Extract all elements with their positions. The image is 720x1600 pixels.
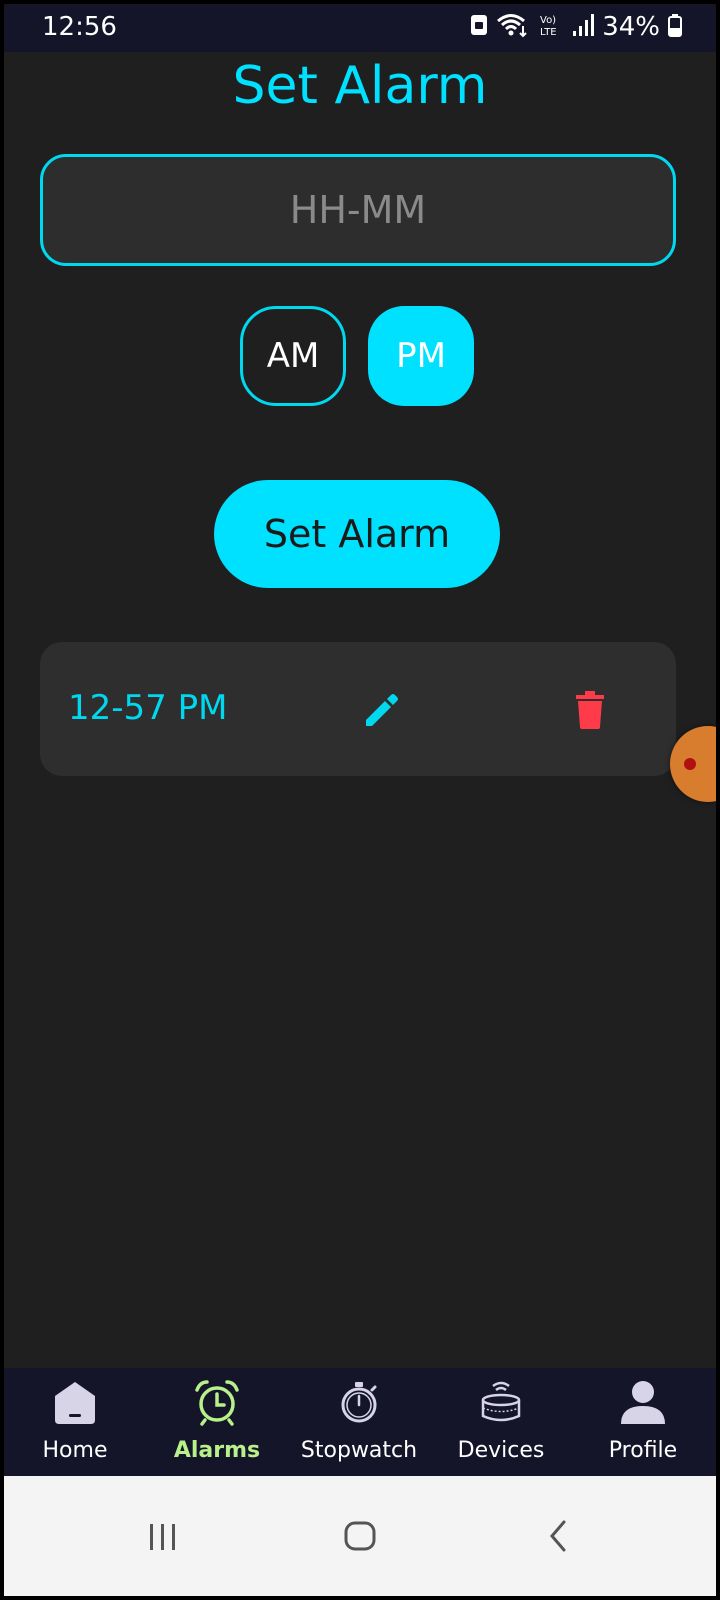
status-icons: Vo) LTE 34% bbox=[470, 12, 682, 42]
nav-label-devices: Devices bbox=[457, 1438, 545, 1463]
trash-icon[interactable] bbox=[572, 690, 608, 730]
home-circle-icon[interactable] bbox=[330, 1506, 390, 1566]
battery-icon bbox=[668, 13, 682, 41]
nav-item-profile[interactable]: Profile bbox=[572, 1368, 714, 1476]
alarm-list-item: 12-57 PM bbox=[40, 642, 676, 776]
nav-label-home: Home bbox=[42, 1438, 108, 1463]
nav-item-home[interactable]: Home bbox=[4, 1368, 146, 1476]
battery-percent: 34% bbox=[602, 12, 660, 42]
recording-dot-icon bbox=[684, 758, 696, 770]
person-icon bbox=[619, 1378, 667, 1426]
time-input[interactable] bbox=[40, 154, 676, 266]
alarm-clock-icon bbox=[193, 1378, 241, 1426]
svg-text:Vo): Vo) bbox=[540, 15, 556, 26]
floating-bubble[interactable] bbox=[670, 726, 716, 802]
lock-sim-icon bbox=[470, 13, 488, 41]
system-nav-bar bbox=[4, 1476, 716, 1596]
home-icon bbox=[51, 1378, 99, 1426]
set-alarm-button[interactable]: Set Alarm bbox=[214, 480, 500, 588]
am-toggle-button[interactable]: AM bbox=[240, 306, 346, 406]
pencil-icon[interactable] bbox=[362, 690, 402, 730]
status-time: 12:56 bbox=[42, 12, 117, 42]
nav-item-alarms[interactable]: Alarms bbox=[146, 1368, 288, 1476]
status-bar: 12:56 Vo) LTE 34% bbox=[4, 4, 716, 52]
nav-label-stopwatch: Stopwatch bbox=[300, 1438, 418, 1463]
page-title: Set Alarm bbox=[232, 56, 488, 116]
recents-icon[interactable] bbox=[132, 1506, 192, 1566]
bottom-nav: Home Alarms Stopwatch Devices Profile bbox=[4, 1368, 716, 1476]
app-screen: 12:56 Vo) LTE 34% Set Alarm HH-MM AM PM … bbox=[4, 4, 716, 1596]
alarm-time: 12-57 PM bbox=[68, 688, 228, 728]
back-icon[interactable] bbox=[528, 1506, 588, 1566]
signal-icon bbox=[572, 13, 595, 41]
volte-icon: Vo) LTE bbox=[538, 12, 564, 42]
pm-toggle-button[interactable]: PM bbox=[368, 306, 474, 406]
nav-label-alarms: Alarms bbox=[173, 1438, 261, 1463]
smart-speaker-icon bbox=[477, 1378, 525, 1426]
nav-item-stopwatch[interactable]: Stopwatch bbox=[288, 1368, 430, 1476]
nav-item-devices[interactable]: Devices bbox=[430, 1368, 572, 1476]
nav-label-profile: Profile bbox=[608, 1438, 678, 1463]
wifi-icon bbox=[496, 12, 530, 42]
svg-text:LTE: LTE bbox=[540, 27, 557, 38]
stopwatch-icon bbox=[335, 1378, 383, 1426]
